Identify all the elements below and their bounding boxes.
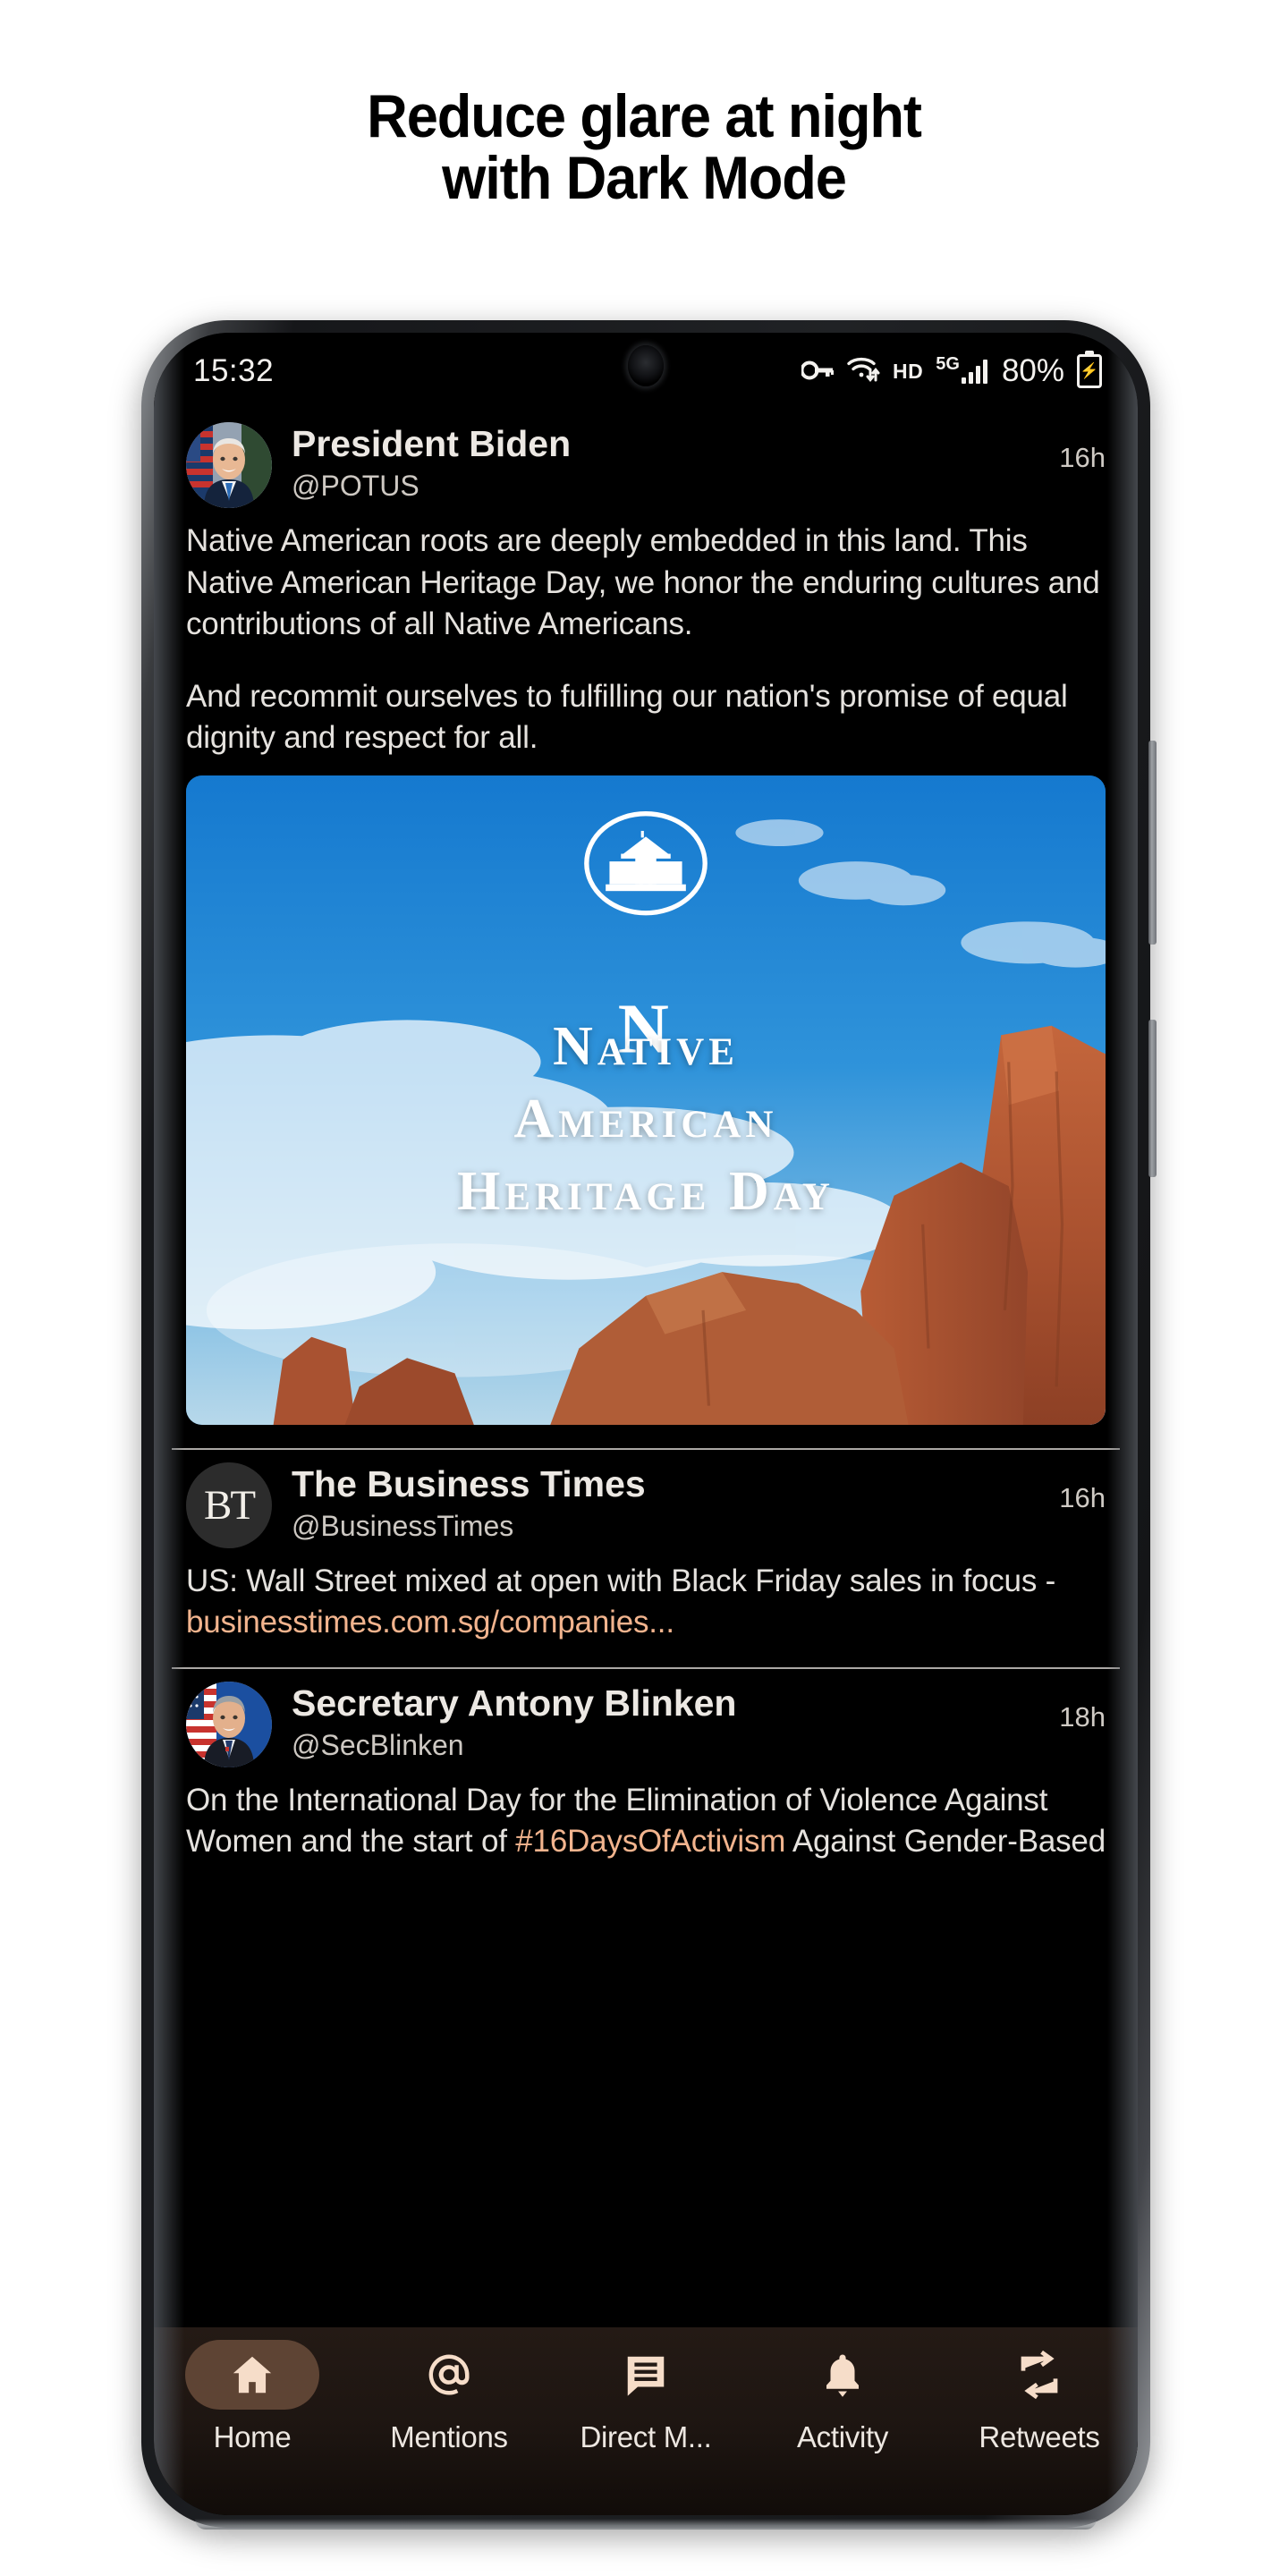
tweet-paragraph: And recommit ourselves to fulfilling our… — [186, 678, 1068, 756]
tweet-display-name: Secretary Antony Blinken — [292, 1682, 737, 1724]
tweet-timestamp: 18h — [1059, 1700, 1106, 1733]
tweet-paragraph: US: Wall Street mixed at open with Black… — [186, 1561, 1106, 1644]
tweet-header: Secretary Antony Blinken @SecBlinken 18h — [186, 1681, 1106, 1767]
avatar-antony-blinken[interactable] — [186, 1681, 272, 1767]
network-indicator: 5G — [936, 354, 987, 384]
phone-screen-bezel: 15:32 HD 5G 80% ⚡ President Biden @POTUS… — [154, 333, 1138, 2515]
tweet-item[interactable]: BT The Business Times @BusinessTimes 16h… — [154, 1450, 1138, 1662]
tweet-header: President Biden @POTUS 16h — [186, 422, 1106, 508]
tweet-display-name: The Business Times — [292, 1462, 646, 1504]
nav-item-direct-messages[interactable]: Direct M... — [547, 2340, 744, 2454]
retweet-icon[interactable] — [972, 2340, 1106, 2410]
tweet-header: BT The Business Times @BusinessTimes 16h — [186, 1462, 1106, 1548]
battery-percent-label: 80% — [1001, 353, 1064, 388]
tweet-timeline[interactable]: President Biden @POTUS 16h Native Americ… — [154, 410, 1138, 2515]
hd-label: HD — [893, 359, 924, 383]
nav-label-retweets: Retweets — [979, 2420, 1100, 2453]
status-bar: 15:32 HD 5G 80% ⚡ — [154, 333, 1138, 410]
status-clock: 15:32 — [193, 353, 275, 388]
network-label: 5G — [936, 354, 960, 374]
tweet-text: Against Gender-Based — [785, 1824, 1106, 1860]
nav-label-direct-messages: Direct M... — [580, 2420, 712, 2453]
tweet-paragraph: On the International Day for the Elimina… — [186, 1780, 1106, 1863]
tweet-timestamp: 16h — [1059, 442, 1106, 473]
avatar-business-times[interactable]: BT — [186, 1462, 272, 1548]
avatar-initials: BT — [203, 1481, 256, 1529]
tweet-text: US: Wall Street mixed at open with Black… — [186, 1563, 1056, 1598]
battery-charging-icon: ⚡ — [1077, 354, 1102, 388]
media-title-line-2: American — [513, 1089, 778, 1150]
tweet-display-name: President Biden — [292, 423, 572, 464]
volume-button[interactable] — [1148, 741, 1157, 945]
nav-label-activity: Activity — [796, 2420, 889, 2453]
tweet-body: US: Wall Street mixed at open with Black… — [186, 1561, 1106, 1644]
tweet-handle: @SecBlinken — [292, 1728, 464, 1761]
bell-icon[interactable] — [775, 2340, 910, 2410]
wifi-icon — [846, 353, 880, 390]
tweet-handle: @POTUS — [292, 469, 419, 502]
app-screen: 15:32 HD 5G 80% ⚡ President Biden @POTUS… — [154, 333, 1138, 2515]
tweet-item[interactable]: Secretary Antony Blinken @SecBlinken 18h… — [154, 1669, 1138, 1881]
front-camera-punch-hole — [628, 345, 664, 386]
nav-item-activity[interactable]: Activity — [744, 2340, 941, 2454]
bottom-navigation-bar: Home Mentions Direct M... Activity Retwe… — [154, 2327, 1138, 2515]
page-title: Reduce glare at night with Dark Mode — [45, 85, 1242, 213]
page-title-line-1: Reduce glare at night — [367, 82, 922, 150]
nav-label-mentions: Mentions — [390, 2420, 508, 2453]
tweet-hashtag[interactable]: #16DaysOfActivism — [515, 1824, 785, 1859]
tweet-author-names: Secretary Antony Blinken @SecBlinken — [292, 1682, 1039, 1762]
tweet-handle: @BusinessTimes — [292, 1509, 514, 1542]
tweet-body: Native American roots are deeply embedde… — [186, 521, 1106, 759]
media-title-line-3: Heritage Day — [457, 1161, 835, 1223]
tweet-timestamp: 16h — [1059, 1481, 1106, 1513]
home-icon[interactable] — [185, 2340, 319, 2410]
message-icon[interactable] — [579, 2340, 713, 2410]
at-icon[interactable] — [382, 2340, 516, 2410]
tweet-link[interactable]: businesstimes.com.sg/companies... — [186, 1605, 674, 1640]
tweet-author-names: President Biden @POTUS — [292, 422, 1039, 503]
media-title-line-1: Native — [553, 1016, 739, 1078]
tweet-body: On the International Day for the Elimina… — [186, 1780, 1106, 1863]
status-icons: HD 5G 80% ⚡ — [800, 353, 1102, 390]
avatar-president-biden[interactable] — [186, 422, 272, 508]
tweet-author-names: The Business Times @BusinessTimes — [292, 1462, 1039, 1543]
signal-bars-icon — [961, 359, 987, 384]
tweet-paragraph: Native American roots are deeply embedde… — [186, 523, 1100, 642]
frame-bottom-rim — [195, 2519, 1097, 2529]
nav-item-home[interactable]: Home — [154, 2340, 351, 2454]
tweet-item[interactable]: President Biden @POTUS 16h Native Americ… — [154, 410, 1138, 1443]
nav-item-mentions[interactable]: Mentions — [351, 2340, 547, 2454]
nav-label-home: Home — [213, 2420, 292, 2453]
key-icon — [800, 354, 835, 389]
native-american-heritage-day-image[interactable]: N Native American Heritage Day — [186, 775, 1106, 1425]
power-button[interactable] — [1148, 1020, 1157, 1177]
page-title-line-2: with Dark Mode — [442, 144, 847, 213]
nav-item-retweets[interactable]: Retweets — [941, 2340, 1138, 2454]
phone-device-frame: 15:32 HD 5G 80% ⚡ President Biden @POTUS… — [141, 320, 1157, 2529]
